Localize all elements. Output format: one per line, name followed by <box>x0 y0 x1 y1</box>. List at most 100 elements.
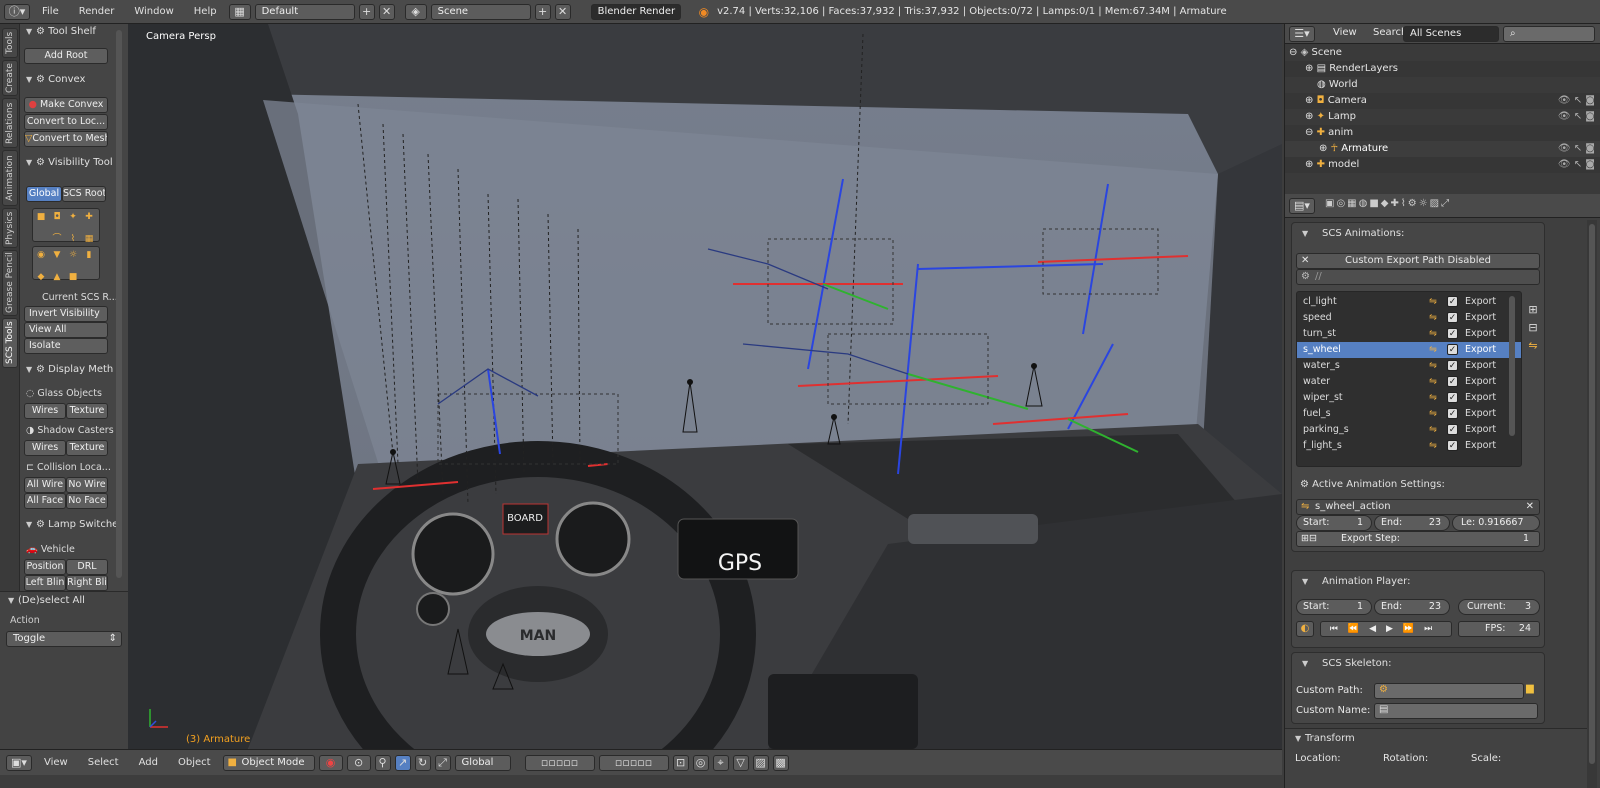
menu-file[interactable]: File <box>34 0 67 24</box>
collapse-icon[interactable]: ⊖ <box>1305 127 1313 138</box>
all-face-button[interactable]: All Face <box>24 493 66 509</box>
custom-name-field[interactable]: ▤ <box>1374 703 1538 719</box>
tool-shelf-scrollbar[interactable] <box>116 30 122 578</box>
animations-list-scrollbar[interactable] <box>1509 296 1515 436</box>
menu-window[interactable]: Window <box>126 0 181 24</box>
vehicle-icon[interactable]: ◆ <box>33 269 49 285</box>
sun-icon[interactable]: ☼ <box>65 247 81 263</box>
add-icon[interactable]: ⊞ <box>1528 303 1537 316</box>
animation-list-row[interactable]: cl_light ⇋ ✓ Export <box>1297 294 1521 310</box>
drl-lamp-button[interactable]: DRL <box>66 559 108 575</box>
position-lamp-button[interactable]: Position <box>24 559 66 575</box>
screen-layout-field[interactable]: Default <box>254 3 355 20</box>
editor-type-outliner-icon[interactable]: ☰▾ <box>1289 26 1315 42</box>
animation-list-row[interactable]: f_light_s ⇋ ✓ Export <box>1297 438 1521 454</box>
battery-icon[interactable]: ▮ <box>81 247 97 263</box>
tab-scs-tools[interactable]: SCS Tools <box>2 318 18 368</box>
sync-icon[interactable]: ◐ <box>1296 621 1314 637</box>
tool-shelf-panel-header[interactable]: ▼ ⚙ Tool Shelf <box>20 24 96 40</box>
model-icon[interactable]: ▲ <box>49 269 65 285</box>
scale-manipulator-icon[interactable]: ⤢ <box>434 754 451 771</box>
outliner-item-world[interactable]: ◍ World <box>1285 77 1600 93</box>
make-convex-button[interactable]: ● Make Convex <box>24 97 108 113</box>
custom-export-path-toggle[interactable]: ✕ Custom Export Path Disabled <box>1296 253 1540 269</box>
menu-render[interactable]: Render <box>71 0 123 24</box>
animation-list-row[interactable]: fuel_s ⇋ ✓ Export <box>1297 406 1521 422</box>
export-checkbox[interactable]: ✓ <box>1447 376 1458 387</box>
export-checkbox[interactable]: ✓ <box>1447 344 1458 355</box>
funnel-icon[interactable]: ▼ <box>49 247 65 263</box>
player-end-field[interactable]: End: 23 <box>1374 599 1450 615</box>
export-checkbox[interactable]: ✓ <box>1447 424 1458 435</box>
snap-icon[interactable]: ⌖ <box>712 754 729 771</box>
fps-field[interactable]: FPS: 24 <box>1458 621 1540 637</box>
animation-player-header[interactable]: ▼ Animation Player: <box>1292 571 1544 593</box>
render-image-icon[interactable]: ▨ <box>752 754 769 771</box>
operator-panel-header[interactable]: ▼ (De)select All <box>2 593 85 609</box>
empty-icon[interactable]: ✚ <box>81 209 97 225</box>
remove-scene-icon[interactable]: ✕ <box>554 3 571 20</box>
animation-list-row[interactable]: water_s ⇋ ✓ Export <box>1297 358 1521 374</box>
move-icon[interactable]: ⇋ <box>1528 339 1537 352</box>
animation-list-row[interactable]: parking_s ⇋ ✓ Export <box>1297 422 1521 438</box>
manipulator-toggle-icon[interactable]: ⚲ <box>374 754 391 771</box>
convex-panel-header[interactable]: ▼ ⚙ Convex <box>20 72 85 88</box>
scene-icon[interactable]: ◈ <box>404 3 427 20</box>
animation-list-row[interactable]: water ⇋ ✓ Export <box>1297 374 1521 390</box>
global-toggle[interactable]: Global <box>26 186 62 202</box>
all-wire-button[interactable]: All Wire <box>24 477 66 493</box>
playback-controls[interactable]: ⏮⏪◀▶⏩⏭ <box>1320 621 1452 637</box>
tab-grease-pencil[interactable]: Grease Pencil <box>2 250 18 316</box>
outliner-display-select[interactable]: All Scenes <box>1403 26 1499 42</box>
list-side-buttons[interactable]: ⊞ ⊟ ⇋ <box>1526 301 1540 355</box>
collapse-icon[interactable]: ⊖ <box>1289 47 1297 58</box>
outliner-search-input[interactable]: ⌕ <box>1503 26 1595 42</box>
export-checkbox[interactable]: ✓ <box>1447 392 1458 403</box>
animations-list[interactable]: cl_light ⇋ ✓ Export speed ⇋ ✓ Export turn_st ⇋ ✓ Ex… <box>1296 291 1522 467</box>
animation-list-row[interactable]: s_wheel ⇋ ✓ Export <box>1297 342 1521 358</box>
locator-icon-grid[interactable]: ◉ ▼ ☼ ▮ ◆ ▲ ■ <box>32 246 100 282</box>
animation-list-row[interactable]: wiper_st ⇋ ✓ Export <box>1297 390 1521 406</box>
outliner-menu-view[interactable]: View <box>1333 27 1357 38</box>
render-animation-icon[interactable]: ▩ <box>772 754 789 771</box>
export-checkbox[interactable]: ✓ <box>1447 296 1458 307</box>
lamp-icon[interactable]: ✦ <box>65 209 81 225</box>
transform-orientation-select[interactable]: Global <box>454 754 511 771</box>
convert-to-mesh-button[interactable]: ▽Convert to Mesh <box>24 131 108 147</box>
remove-icon[interactable]: ⊟ <box>1528 321 1537 334</box>
camera-icon[interactable]: ◘ <box>49 209 65 225</box>
animation-list-row[interactable]: speed ⇋ ✓ Export <box>1297 310 1521 326</box>
scs-animations-header[interactable]: ▼ SCS Animations: <box>1292 223 1544 245</box>
expand-icon[interactable]: ⊕ <box>1319 143 1327 154</box>
right-blinker-button[interactable]: Right Bli <box>66 575 108 591</box>
lamp-switcher-panel-header[interactable]: ▼ ⚙ Lamp Switche <box>20 517 118 533</box>
outliner-item-scene[interactable]: ⊖ ◈ Scene <box>1285 45 1600 61</box>
visibility-icon-grid[interactable]: ■ ◘ ✦ ✚ ⌒ ⌇ ▦ <box>32 208 100 244</box>
scs-skeleton-header[interactable]: ▼ SCS Skeleton: <box>1292 653 1544 675</box>
bone-icon[interactable]: ⌇ <box>65 231 81 247</box>
render-engine-select[interactable]: Blender Render <box>590 3 681 20</box>
expand-icon[interactable]: ⊕ <box>1305 95 1313 106</box>
isolate-button[interactable]: Isolate <box>24 338 108 354</box>
glass-wires-button[interactable]: Wires <box>24 403 66 419</box>
eye-icon[interactable]: ◉ <box>33 247 49 263</box>
menu-help[interactable]: Help <box>186 0 225 24</box>
tab-tools[interactable]: Tools <box>2 28 18 58</box>
expand-icon[interactable]: ⊕ <box>1305 159 1313 170</box>
menu-object[interactable]: Object <box>170 751 219 775</box>
transform-panel-header[interactable]: ▼ Transform <box>1289 731 1355 747</box>
view-all-button[interactable]: View All <box>24 322 108 338</box>
menu-select[interactable]: Select <box>80 751 127 775</box>
add-icon[interactable]: ⊞⊟ <box>1301 532 1317 546</box>
animation-list-row[interactable]: turn_st ⇋ ✓ Export <box>1297 326 1521 342</box>
shadow-wires-button[interactable]: Wires <box>24 440 66 456</box>
export-checkbox[interactable]: ✓ <box>1447 312 1458 323</box>
expand-icon[interactable]: ⊕ <box>1305 111 1313 122</box>
editor-type-info-icon[interactable]: ⓘ▾ <box>4 3 30 20</box>
box-icon[interactable]: ■ <box>65 269 81 285</box>
action-name-field[interactable]: ⇋ s_wheel_action ✕ <box>1296 499 1540 515</box>
3d-viewport[interactable]: MAN BOARD GPS Camera Persp (3) Armature <box>128 24 1282 749</box>
expand-icon[interactable]: ⊕ <box>1305 63 1313 74</box>
remove-layout-icon[interactable]: ✕ <box>378 3 395 20</box>
export-checkbox[interactable]: ✓ <box>1447 440 1458 451</box>
